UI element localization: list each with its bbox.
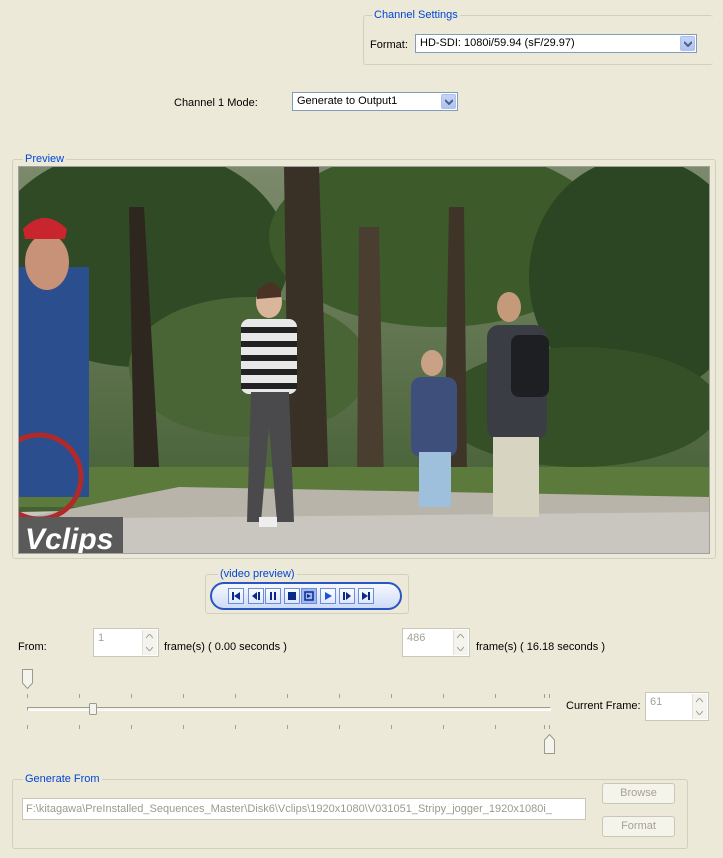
step-forward-button[interactable] [339, 588, 355, 604]
generate-from-title: Generate From [23, 773, 102, 786]
format-select[interactable]: HD-SDI: 1080i/59.94 (sF/29.97) [415, 34, 697, 53]
chevron-down-icon[interactable] [680, 36, 695, 51]
stop-button[interactable] [284, 588, 300, 604]
spinner-arrows-icon[interactable] [692, 694, 707, 719]
format-button[interactable]: Format [602, 816, 675, 837]
frame-slider-thumb[interactable] [89, 703, 97, 715]
go-to-start-button[interactable] [228, 588, 244, 604]
frame-slider-track[interactable] [27, 707, 551, 711]
channel-mode-label: Channel 1 Mode: [174, 97, 258, 109]
to-frame-spinner[interactable]: 486 [402, 628, 470, 657]
transport-title: (video preview) [218, 568, 297, 581]
video-frame-image: Vclips [19, 167, 709, 554]
current-frame-spinner[interactable]: 61 [645, 692, 709, 721]
from-frame-value: 1 [98, 632, 105, 644]
go-to-end-button[interactable] [358, 588, 374, 604]
video-preview: Vclips [18, 166, 710, 554]
preview-title: Preview [23, 153, 67, 166]
channel-mode-value: Generate to Output1 [297, 95, 398, 107]
range-end-thumb[interactable] [544, 733, 555, 754]
from-units-label: frame(s) ( 0.00 seconds ) [164, 641, 287, 653]
format-select-value: HD-SDI: 1080i/59.94 (sF/29.97) [420, 37, 575, 49]
spinner-arrows-icon[interactable] [142, 630, 157, 655]
format-label: Format: [370, 39, 408, 51]
loop-button[interactable] [301, 588, 317, 604]
transport-bar [210, 582, 402, 610]
source-path-field[interactable]: F:\kitagawa\PreInstalled_Sequences_Maste… [22, 798, 586, 820]
to-frame-value: 486 [407, 632, 426, 644]
browse-button[interactable]: Browse [602, 783, 675, 804]
spinner-arrows-icon[interactable] [453, 630, 468, 655]
play-button[interactable] [320, 588, 336, 604]
pause-button[interactable] [265, 588, 281, 604]
vclips-watermark: Vclips [25, 523, 113, 554]
to-units-label: frame(s) ( 16.18 seconds ) [476, 641, 605, 653]
channel-settings-title: Channel Settings [372, 9, 460, 22]
from-label: From: [18, 641, 47, 653]
current-frame-label: Current Frame: [566, 700, 641, 712]
chevron-down-icon[interactable] [441, 94, 456, 109]
current-frame-value: 61 [650, 696, 663, 708]
channel-mode-select[interactable]: Generate to Output1 [292, 92, 458, 111]
step-back-button[interactable] [248, 588, 264, 604]
from-frame-spinner[interactable]: 1 [93, 628, 159, 657]
range-start-thumb[interactable] [22, 669, 33, 690]
